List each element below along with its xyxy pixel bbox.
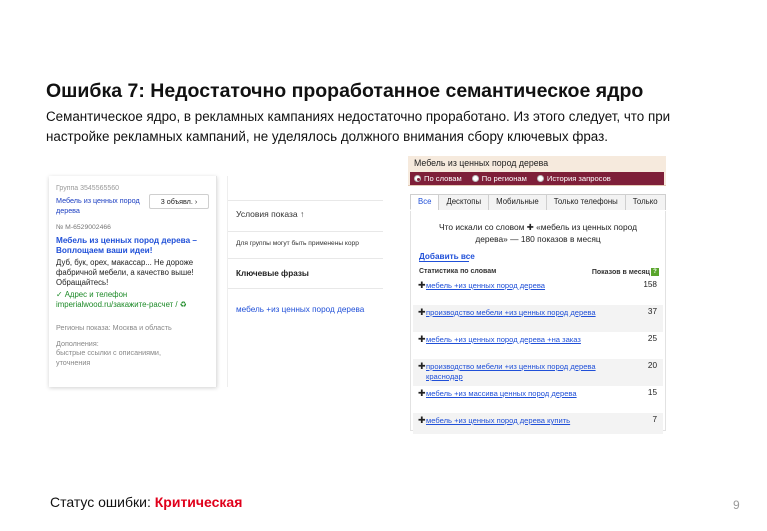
tab-phones-only[interactable]: Только телефоны	[545, 194, 626, 210]
mode-label: История запросов	[546, 174, 611, 183]
ad-number: № М-6529002466	[56, 224, 111, 231]
conditions-panel: Условия показа ↑ Для группы могут быть п…	[227, 176, 383, 387]
phrase-count: 15	[647, 388, 657, 397]
chevron-right-icon: ›	[194, 197, 198, 206]
wordstat-screenshot: Мебель из ценных пород дерева По словам …	[408, 156, 666, 434]
divider	[228, 200, 383, 201]
mode-history[interactable]: История запросов	[536, 174, 611, 183]
ad-site-url: imperialwood.ru/закажите-расчет	[56, 300, 174, 309]
ad-headline[interactable]: Мебель из ценных пород дерева – Воплощае…	[56, 236, 211, 256]
ad-extras-text: быстрые ссылки с описаниями, уточнения	[56, 348, 161, 367]
ad-site-link[interactable]: imperialwood.ru/закажите-расчет / ♻	[56, 300, 187, 309]
tab-all[interactable]: Все	[410, 194, 440, 210]
status-label: Статус ошибки:	[50, 494, 151, 510]
results-summary: Что искали со словом ✚ «мебель из ценных…	[439, 222, 637, 244]
keywords-label: Ключевые фразы	[236, 269, 309, 278]
conditions-title: Условия показа ↑	[236, 209, 304, 219]
table-row: ✚ производство мебели +из ценных пород д…	[413, 359, 663, 386]
phrase-count: 158	[643, 280, 657, 289]
recycle-icon: / ♻	[173, 300, 187, 309]
slide-subtitle: Семантическое ядро, в рекламных кампания…	[46, 109, 671, 144]
add-plus-icon[interactable]: ✚	[418, 415, 426, 426]
add-plus-icon[interactable]: ✚	[418, 280, 426, 291]
ads-count-label: 3 объявл.	[160, 197, 193, 206]
tab-mobile[interactable]: Мобильные	[488, 194, 547, 210]
divider	[228, 258, 383, 259]
keyword-link[interactable]: мебель +из ценных пород дерева	[236, 305, 364, 314]
conditions-title-text: Условия показа	[236, 209, 298, 219]
wordstat-mode-bar: По словам По регионам История запросов	[410, 172, 664, 185]
table-row: ✚ мебель +из ценных пород дерева купить …	[413, 413, 663, 434]
phrase-link[interactable]: мебель +из ценных пород дерева	[426, 281, 606, 291]
add-all-link[interactable]: Добавить все	[419, 252, 475, 261]
wordstat-header: Мебель из ценных пород дерева По словам …	[408, 156, 666, 186]
error-status: Статус ошибки: Критическая	[50, 494, 242, 510]
phrase-link[interactable]: мебель +из ценных пород дерева +на заказ	[426, 335, 606, 345]
ad-extras-label: Дополнения:	[56, 339, 99, 348]
ad-group-name[interactable]: Мебель из ценных пород дерева	[56, 196, 146, 216]
tab-tablets-only[interactable]: Только	[624, 194, 666, 210]
phrase-link[interactable]: мебель +из ценных пород дерева купить	[426, 416, 606, 426]
table-row: ✚ мебель +из массива ценных пород дерева…	[413, 386, 663, 413]
mode-by-regions[interactable]: По регионам	[471, 174, 527, 183]
mode-label: По регионам	[481, 174, 527, 183]
conditions-note: Для группы могут быть применены корр	[236, 240, 359, 247]
sort-arrow-icon: ↑	[299, 209, 305, 219]
ad-regions: Регионы показа: Москва и область	[56, 323, 172, 332]
radio-icon	[471, 175, 479, 182]
mode-label: По словам	[424, 174, 462, 183]
direct-ad-screenshot: Группа 3545565560 Мебель из ценных пород…	[49, 176, 383, 387]
phrase-count: 25	[647, 334, 657, 343]
wordstat-results: Что искали со словом ✚ «мебель из ценных…	[410, 211, 666, 434]
ads-count-button[interactable]: 3 объявл. ›	[149, 194, 209, 209]
page-number: 9	[733, 498, 740, 512]
slide-title: Ошибка 7: Недостаточно проработанное сем…	[46, 80, 644, 102]
phrase-count: 20	[647, 361, 657, 370]
column-header-count: Показов в месяц?	[592, 268, 659, 276]
ad-body-text: Дуб, бук, орех, макассар... Не дороже фа…	[56, 258, 194, 287]
column-header-count-text: Показов в месяц	[591, 268, 650, 276]
device-tabs: Все Десктопы Мобильные Только телефоны Т…	[410, 194, 666, 210]
table-row: ✚ производство мебели +из ценных пород д…	[413, 305, 663, 332]
table-row: ✚ мебель +из ценных пород дерева 158	[413, 278, 663, 305]
add-all-underline	[419, 261, 469, 262]
ad-address-label: Адрес и телефон	[64, 290, 128, 299]
phrase-link[interactable]: производство мебели +из ценных пород дер…	[426, 362, 606, 381]
radio-selected-icon	[414, 175, 421, 182]
tab-desktops[interactable]: Десктопы	[438, 194, 490, 210]
divider	[228, 231, 383, 232]
divider	[228, 288, 383, 289]
table-row: ✚ мебель +из ценных пород дерева +на зак…	[413, 332, 663, 359]
phrase-count: 37	[647, 307, 657, 316]
phrase-count: 7	[652, 415, 657, 424]
column-header-phrase: Статистика по словам	[419, 268, 497, 275]
add-plus-icon[interactable]: ✚	[418, 388, 426, 399]
add-plus-icon[interactable]: ✚	[418, 361, 426, 372]
help-icon[interactable]: ?	[651, 268, 659, 276]
phrase-link[interactable]: производство мебели +из ценных пород дер…	[426, 308, 606, 318]
add-plus-icon[interactable]: ✚	[418, 334, 426, 345]
phrase-link[interactable]: мебель +из массива ценных пород дерева	[426, 389, 606, 399]
ad-card: Группа 3545565560 Мебель из ценных пород…	[49, 176, 217, 387]
radio-icon	[536, 175, 544, 182]
mode-by-words[interactable]: По словам	[414, 174, 462, 183]
status-value: Критическая	[154, 494, 243, 510]
check-icon: ✓	[56, 290, 65, 299]
ad-address-link[interactable]: ✓ Адрес и телефон	[56, 290, 127, 299]
add-plus-icon[interactable]: ✚	[418, 307, 426, 318]
wordstat-query: Мебель из ценных пород дерева	[414, 158, 549, 168]
ad-group-id: Группа 3545565560	[56, 185, 120, 192]
